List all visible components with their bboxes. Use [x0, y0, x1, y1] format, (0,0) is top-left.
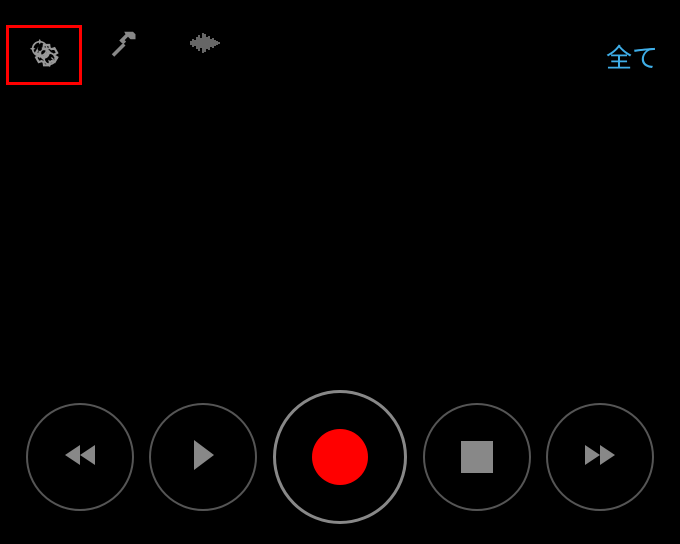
hammer-icon [108, 28, 138, 63]
rewind-icon [60, 440, 100, 475]
play-button[interactable] [149, 403, 257, 511]
forward-button[interactable] [546, 403, 654, 511]
fast-forward-icon [580, 440, 620, 475]
tools-button[interactable] [82, 11, 164, 79]
play-icon [188, 438, 218, 477]
playback-controls [0, 390, 680, 524]
settings-button[interactable] [6, 25, 82, 85]
top-toolbar: 全て [0, 0, 680, 90]
record-icon [312, 429, 368, 485]
gear-icon [27, 36, 61, 75]
rewind-button[interactable] [26, 403, 134, 511]
waveform-icon [187, 28, 223, 63]
record-button[interactable] [273, 390, 407, 524]
all-link[interactable]: 全て [606, 38, 658, 75]
stop-icon [461, 441, 493, 473]
stop-button[interactable] [423, 403, 531, 511]
effects-button[interactable] [164, 11, 246, 79]
